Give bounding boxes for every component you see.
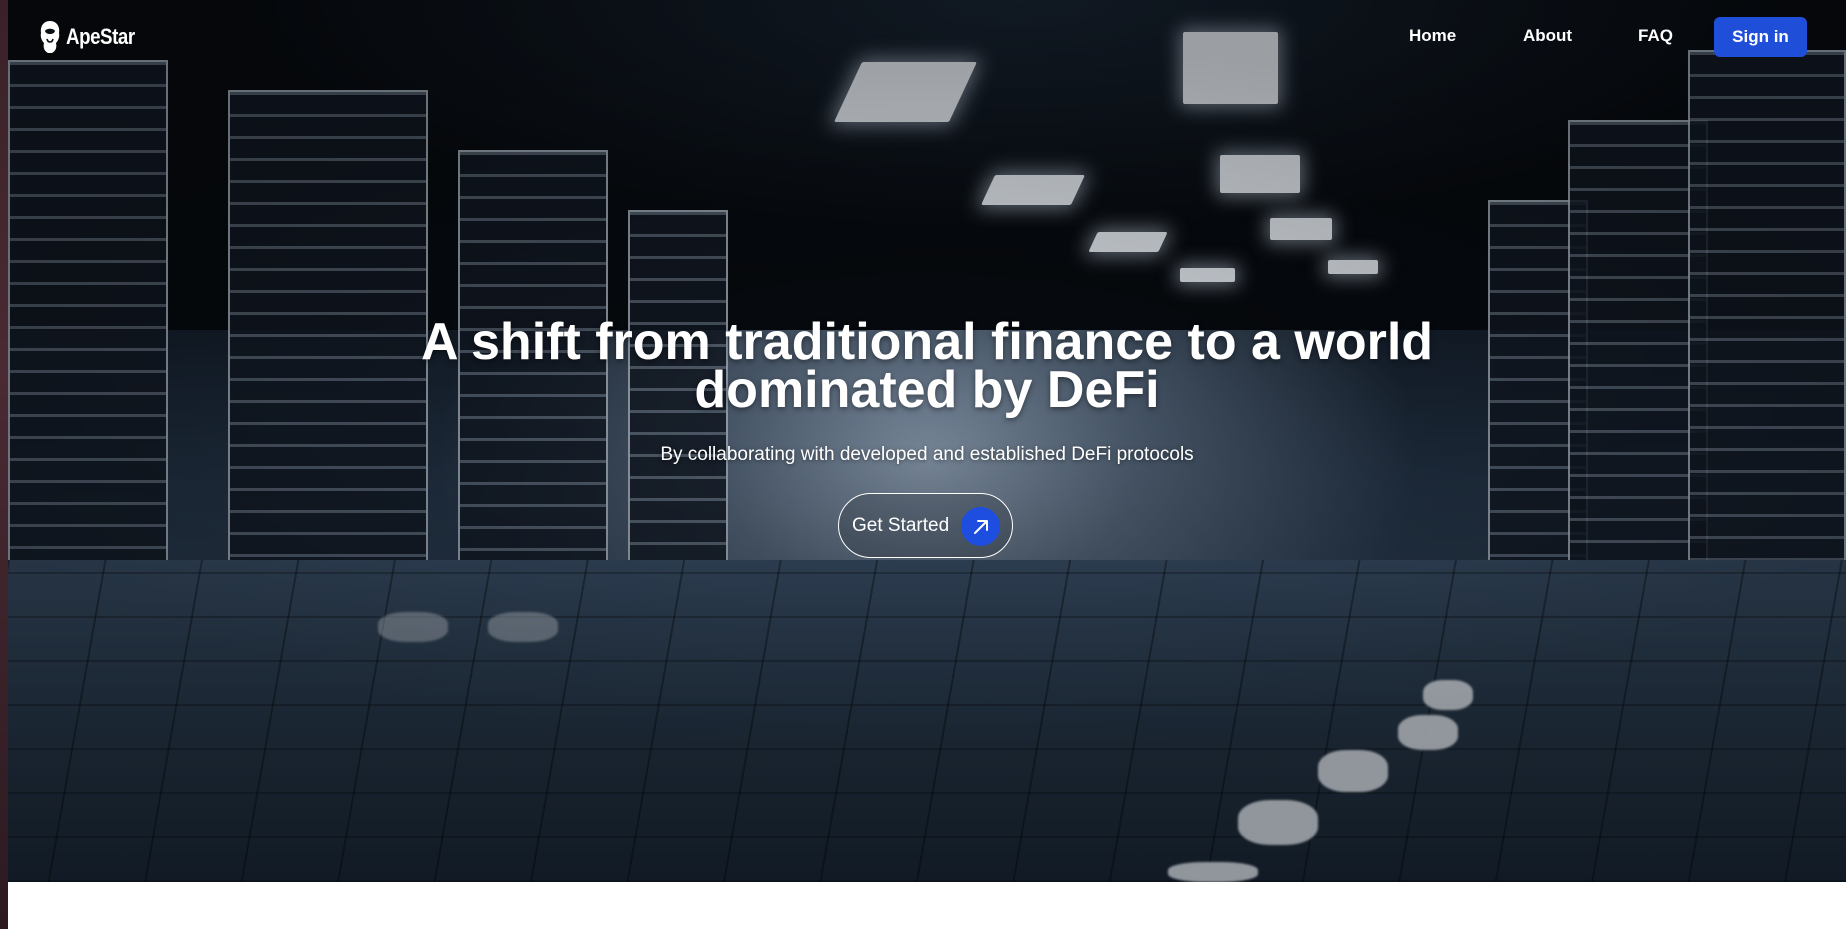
top-navigation: ApeStar Home About FAQ Sign in bbox=[8, 0, 1846, 76]
hero-background-image bbox=[8, 0, 1846, 882]
get-started-button[interactable]: Get Started bbox=[838, 493, 1013, 558]
ape-logo-icon bbox=[40, 21, 60, 53]
nav-link-faq[interactable]: FAQ bbox=[1638, 26, 1673, 46]
hero-headline-line-2: dominated by DeFi bbox=[694, 361, 1160, 419]
sign-in-button[interactable]: Sign in bbox=[1714, 17, 1807, 57]
page: ApeStar Home About FAQ Sign in A shift f… bbox=[0, 0, 1846, 929]
nav-link-about[interactable]: About bbox=[1523, 26, 1572, 46]
brand-name: ApeStar bbox=[66, 24, 135, 49]
nav-link-home[interactable]: Home bbox=[1409, 26, 1456, 46]
window-edge bbox=[0, 0, 8, 929]
hero-subtitle: By collaborating with developed and esta… bbox=[660, 444, 1194, 465]
get-started-label: Get Started bbox=[852, 514, 950, 536]
hero-headline: A shift from traditional finance to a wo… bbox=[8, 316, 1846, 416]
arrow-up-right-icon bbox=[961, 507, 1000, 546]
brand-logo[interactable]: ApeStar bbox=[38, 18, 147, 56]
